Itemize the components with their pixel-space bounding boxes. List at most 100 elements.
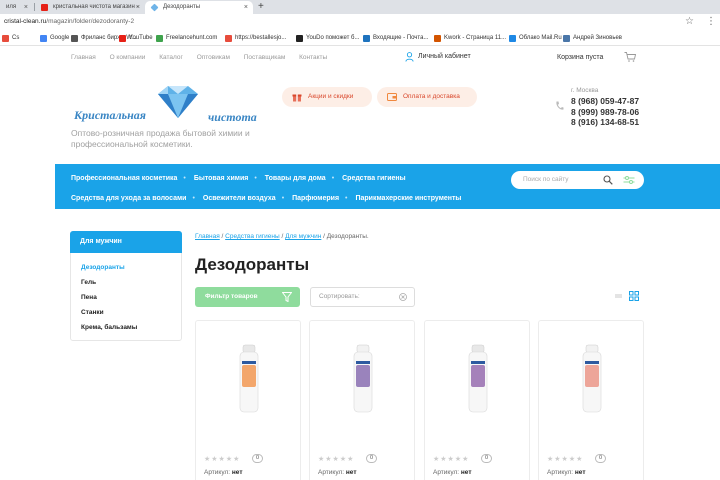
rating-stars[interactable]: ★★★★★: [433, 455, 469, 463]
phone-number[interactable]: 8 (999) 989-78-06: [571, 107, 639, 118]
bookmark-item[interactable]: Google: [40, 35, 70, 42]
sku-label: Артикул:: [318, 469, 345, 476]
bookmark-favicon-icon: [509, 35, 516, 42]
rating-stars[interactable]: ★★★★★: [547, 455, 583, 463]
sku-value: нет: [231, 469, 243, 476]
bookmark-item[interactable]: YouTube: [119, 35, 153, 42]
product-sku: Артикул: нет: [433, 469, 472, 476]
category-sidebar: Для мужчин Дезодоранты Гель Пена Станки …: [70, 231, 182, 341]
product-image[interactable]: [310, 321, 416, 421]
nav-item[interactable]: Средства гигиены: [342, 175, 405, 182]
close-icon[interactable]: ×: [24, 1, 28, 14]
rating-count: 0: [595, 454, 606, 463]
nav-item[interactable]: Парикмахерские инструменты: [355, 195, 461, 202]
product-image[interactable]: [196, 321, 302, 421]
bookmark-label: YouDo поможет б...: [306, 35, 360, 41]
bookmark-item[interactable]: Cs: [2, 35, 20, 42]
delivery-button[interactable]: Оплата и доставка: [377, 87, 477, 107]
user-icon: [405, 52, 414, 62]
nav-item[interactable]: Бытовая химия: [194, 175, 249, 182]
bookmark-item[interactable]: Freelancehunt.com: [156, 35, 217, 42]
url-text[interactable]: cristal-clean.ru/magazin/folder/dezodora…: [4, 18, 134, 25]
sidebar-item-gel[interactable]: Гель: [81, 279, 96, 286]
sidebar-item-razors[interactable]: Станки: [81, 309, 104, 316]
bookmark-label: Cs: [12, 35, 20, 41]
sku-label: Артикул:: [433, 469, 460, 476]
topnav-link[interactable]: Поставщикам: [244, 54, 286, 61]
nav-item[interactable]: Парфюмерия: [292, 195, 339, 202]
bookmark-label: Google: [50, 35, 70, 41]
phone-icon: [556, 101, 564, 110]
sidebar-item-foam[interactable]: Пена: [81, 294, 97, 301]
browser-tab[interactable]: иля ×: [0, 1, 33, 14]
bookmark-favicon-icon: [119, 35, 126, 42]
rating-stars[interactable]: ★★★★★: [204, 455, 240, 463]
promo-button[interactable]: Акции и скидки: [282, 87, 372, 107]
product-card[interactable]: ★★★★★ 0 Артикул: нет: [424, 320, 530, 480]
sku-value: нет: [574, 469, 586, 476]
nav-item[interactable]: Товары для дома: [265, 175, 326, 182]
close-icon[interactable]: ×: [244, 1, 248, 14]
phone-number[interactable]: 8 (968) 059-47-87: [571, 96, 639, 107]
sidebar-item-creams[interactable]: Крема, бальзамы: [81, 324, 137, 331]
browser-tab-bar: иля × кристальная чистота магазин - × Де…: [0, 0, 720, 14]
bookmark-item[interactable]: Kwork - Страница 11...: [434, 35, 506, 42]
close-icon[interactable]: ×: [136, 1, 140, 14]
breadcrumb-link[interactable]: Средства гигиены: [225, 233, 279, 240]
product-card[interactable]: ★★★★★ 0 Артикул: нет: [309, 320, 415, 480]
grid-view-icon[interactable]: [629, 291, 639, 301]
new-tab-button[interactable]: +: [258, 0, 264, 14]
clear-icon[interactable]: [399, 293, 407, 301]
topnav-link[interactable]: О компании: [110, 54, 146, 61]
cart-icon[interactable]: [624, 52, 636, 62]
delivery-label: Оплата и доставка: [403, 93, 460, 100]
bookmark-item[interactable]: Облако Mail.Ru: [509, 35, 562, 42]
topnav-link[interactable]: Главная: [71, 54, 96, 61]
filter-products-button[interactable]: Фильтр товаров: [195, 287, 300, 307]
breadcrumb-link[interactable]: Для мужчин: [285, 233, 321, 240]
nav-item[interactable]: Профессиональная косметика: [71, 175, 177, 182]
cart-label[interactable]: Корзина пуста: [557, 54, 603, 61]
menu-kebab-icon[interactable]: ⋮: [706, 16, 716, 27]
nav-item[interactable]: Средства для ухода за волосами: [71, 195, 186, 202]
bookmark-item[interactable]: https://bestallesjo...: [225, 35, 286, 42]
bookmark-favicon-icon: [156, 35, 163, 42]
sort-placeholder: Сортировать:: [319, 293, 360, 300]
breadcrumb: Главная / Средства гигиены / Для мужчин …: [195, 233, 369, 240]
site-logo[interactable]: Кристальная чистота: [70, 84, 270, 124]
account-link[interactable]: Личный кабинет: [405, 52, 471, 62]
product-image[interactable]: [425, 321, 531, 421]
topnav-link[interactable]: Контакты: [299, 54, 327, 61]
nav-item[interactable]: Освежители воздуха: [203, 195, 276, 202]
phone-number[interactable]: 8 (916) 134-68-51: [571, 117, 639, 128]
rating-stars[interactable]: ★★★★★: [318, 455, 354, 463]
yandex-favicon-icon: [41, 4, 48, 11]
browser-tab-active[interactable]: Дезодоранты ×: [145, 1, 253, 14]
product-card[interactable]: ★★★★★ 0 Артикул: нет: [195, 320, 301, 480]
browser-tab[interactable]: кристальная чистота магазин - ×: [35, 1, 145, 14]
gift-icon: [292, 94, 302, 102]
breadcrumb-link[interactable]: Главная: [195, 233, 220, 240]
topnav-link[interactable]: Оптовикам: [197, 54, 230, 61]
topnav-link[interactable]: Каталог: [159, 54, 183, 61]
bookmark-item[interactable]: Входящие - Почта...: [363, 35, 428, 42]
bookmarks-bar: Cs Google Фриланс биржа W... YouTube Freelan…: [0, 32, 720, 46]
sidebar-item-deodorants[interactable]: Дезодоранты: [81, 264, 125, 271]
nav-row: Средства для ухода за волосами • Освежите…: [71, 195, 462, 202]
product-image[interactable]: [539, 321, 645, 421]
sidebar-title[interactable]: Для мужчин: [70, 231, 182, 253]
diamond-logo-icon: [158, 86, 198, 118]
bookmark-star-icon[interactable]: ☆: [685, 16, 694, 27]
sku-value: нет: [460, 469, 472, 476]
site-search-input[interactable]: Поиск по сайту: [511, 171, 644, 189]
bookmark-item[interactable]: YouDo поможет б...: [296, 35, 360, 42]
list-view-icon[interactable]: [615, 294, 622, 299]
wallet-icon: [387, 93, 397, 101]
address-bar[interactable]: cristal-clean.ru/magazin/folder/dezodora…: [0, 14, 720, 32]
product-card[interactable]: ★★★★★ 0 Артикул: нет: [538, 320, 644, 480]
bookmark-item[interactable]: Андрей Зиновьев: [563, 35, 622, 42]
bookmark-favicon-icon: [71, 35, 78, 42]
filter-sliders-icon[interactable]: [623, 175, 635, 185]
search-icon[interactable]: [603, 175, 613, 185]
sort-select[interactable]: Сортировать:: [310, 287, 415, 307]
